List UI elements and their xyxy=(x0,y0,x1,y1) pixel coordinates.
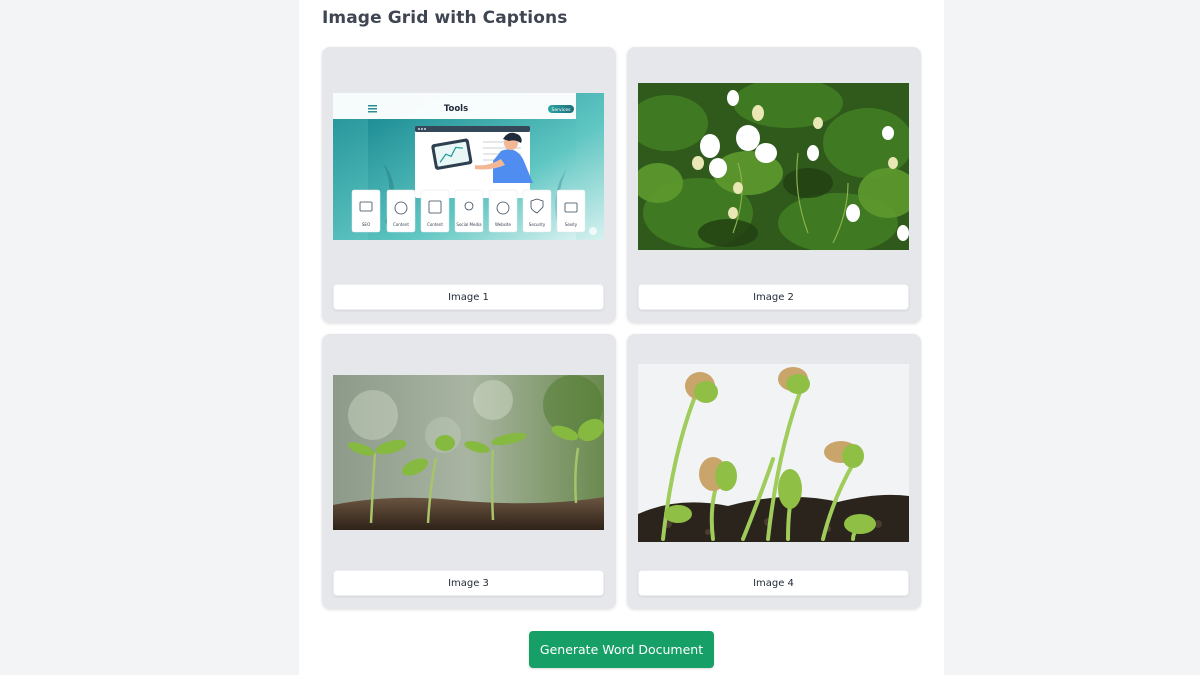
image-card-4: Image 4 xyxy=(627,334,921,609)
image-3[interactable] xyxy=(333,375,604,530)
image-card-2: Image 2 xyxy=(627,47,921,323)
image-card-1: Tools Services SEO Content Content Socia… xyxy=(322,47,616,323)
image-caption-4[interactable]: Image 4 xyxy=(638,570,909,596)
tool-label-5: Website xyxy=(495,222,511,227)
image-card-3: Image 3 xyxy=(322,334,616,609)
menu-icon xyxy=(368,105,377,113)
image-caption-2[interactable]: Image 2 xyxy=(638,284,909,310)
tool-label-1: SEO xyxy=(362,222,370,227)
image-2[interactable] xyxy=(638,83,909,250)
tool-label-3: Content xyxy=(427,222,443,227)
generate-word-document-button[interactable]: Generate Word Document xyxy=(529,631,714,668)
image-caption-3[interactable]: Image 3 xyxy=(333,570,604,596)
image-1-header-badge: Services xyxy=(552,107,572,113)
tool-label-2: Content xyxy=(393,222,409,227)
tool-label-6: Security xyxy=(529,222,546,227)
page-title: Image Grid with Captions xyxy=(322,8,568,28)
image-1-header-title: Tools xyxy=(444,104,468,114)
tool-label-7: Sexity xyxy=(565,222,578,227)
image-4[interactable] xyxy=(638,364,909,542)
image-1[interactable]: Tools Services SEO Content Content Socia… xyxy=(333,93,604,240)
tool-label-4: Social Media xyxy=(456,222,482,227)
image-caption-1[interactable]: Image 1 xyxy=(333,284,604,310)
